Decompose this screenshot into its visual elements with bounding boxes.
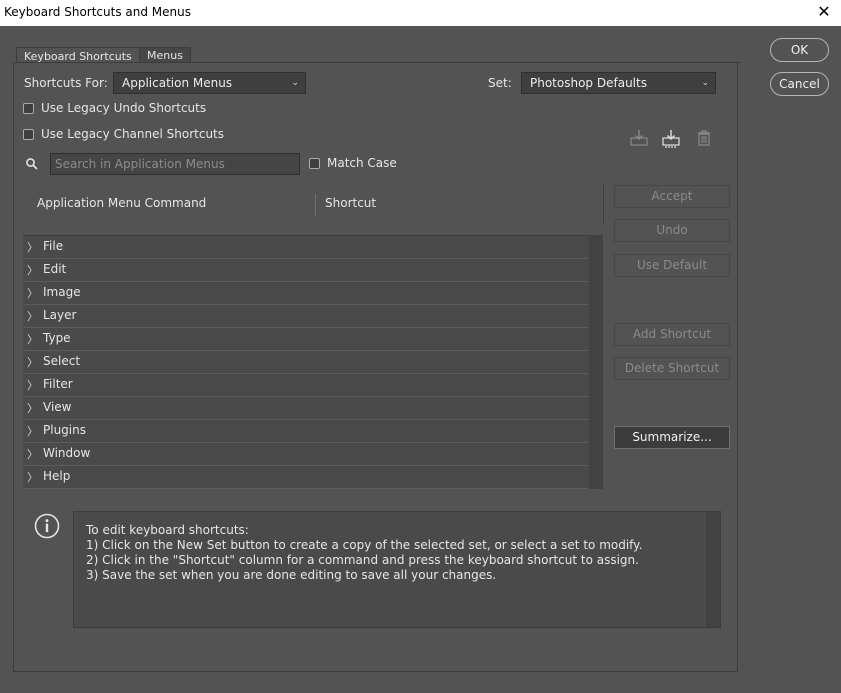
list-scrollbar[interactable] (589, 235, 603, 489)
set-label: Set: (488, 76, 512, 90)
info-scrollbar[interactable] (706, 512, 720, 627)
chevron-right-icon[interactable]: 〉 (27, 377, 38, 393)
chevron-down-icon: ⌄ (291, 78, 299, 88)
info-text: To edit keyboard shortcuts: 1) Click on t… (86, 523, 642, 583)
close-icon[interactable]: ✕ (815, 2, 833, 22)
shortcuts-for-label: Shortcuts For: (24, 76, 108, 90)
legacy-undo-label: Use Legacy Undo Shortcuts (41, 101, 207, 115)
list-item[interactable]: 〉 View (23, 397, 588, 420)
info-line: 3) Save the set when you are done editin… (86, 568, 497, 582)
column-header-command[interactable]: Application Menu Command (37, 196, 206, 210)
search-icon (26, 158, 38, 170)
column-divider (315, 194, 316, 216)
chevron-right-icon[interactable]: 〉 (27, 262, 38, 278)
tab-menus[interactable]: Menus (139, 47, 191, 63)
chevron-right-icon[interactable]: 〉 (27, 469, 38, 485)
title-bar: Keyboard Shortcuts and Menus ✕ (0, 0, 841, 26)
chevron-down-icon: ⌄ (701, 78, 709, 88)
legacy-channel-checkbox[interactable] (23, 129, 34, 140)
list-item[interactable]: 〉 File (23, 236, 588, 259)
use-default-button[interactable]: Use Default (614, 254, 730, 277)
save-as-set-icon[interactable] (661, 128, 681, 148)
list-item[interactable]: 〉 Window (23, 443, 588, 466)
legacy-channel-label: Use Legacy Channel Shortcuts (41, 127, 225, 141)
chevron-right-icon[interactable]: 〉 (27, 446, 38, 462)
list-item[interactable]: 〉 Image (23, 282, 588, 305)
shortcuts-for-dropdown[interactable]: Application Menus ⌄ (113, 72, 306, 94)
ok-button[interactable]: OK (770, 38, 829, 62)
save-set-icon[interactable] (629, 128, 649, 148)
info-line: 1) Click on the New Set button to create… (86, 538, 643, 552)
chevron-right-icon[interactable]: 〉 (27, 423, 38, 439)
info-line: To edit keyboard shortcuts: (86, 523, 249, 537)
match-case-label: Match Case (327, 156, 397, 170)
info-box: To edit keyboard shortcuts: 1) Click on t… (73, 511, 721, 628)
tab-strip: Keyboard Shortcuts Menus (13, 46, 740, 64)
column-header-shortcut[interactable]: Shortcut (325, 196, 376, 210)
cancel-button[interactable]: Cancel (770, 72, 829, 96)
undo-button[interactable]: Undo (614, 219, 730, 242)
list-item[interactable]: 〉 Edit (23, 259, 588, 282)
set-dropdown[interactable]: Photoshop Defaults ⌄ (521, 72, 716, 94)
trash-icon[interactable] (694, 128, 714, 148)
info-line: 2) Click in the "Shortcut" column for a … (86, 553, 639, 567)
list-item[interactable]: 〉 Help (23, 466, 588, 489)
add-shortcut-button[interactable]: Add Shortcut (614, 323, 730, 346)
match-case-checkbox[interactable] (309, 158, 320, 169)
chevron-right-icon[interactable]: 〉 (27, 239, 38, 255)
menu-command-list: 〉 File 〉 Edit 〉 Image 〉 Layer 〉 Type 〉 Select … (23, 235, 603, 489)
list-item[interactable]: 〉 Plugins (23, 420, 588, 443)
accept-button[interactable]: Accept (614, 185, 730, 208)
chevron-right-icon[interactable]: 〉 (27, 308, 38, 324)
chevron-right-icon[interactable]: 〉 (27, 400, 38, 416)
list-item[interactable]: 〉 Layer (23, 305, 588, 328)
list-item[interactable]: 〉 Filter (23, 374, 588, 397)
list-item[interactable]: 〉 Type (23, 328, 588, 351)
shortcuts-for-value: Application Menus (122, 76, 233, 90)
column-edge (603, 184, 604, 224)
search-input[interactable] (50, 153, 300, 175)
chevron-right-icon[interactable]: 〉 (27, 285, 38, 301)
set-value: Photoshop Defaults (530, 76, 647, 90)
summarize-button[interactable]: Summarize... (614, 426, 730, 449)
chevron-right-icon[interactable]: 〉 (27, 354, 38, 370)
chevron-right-icon[interactable]: 〉 (27, 331, 38, 347)
legacy-undo-checkbox[interactable] (23, 103, 34, 114)
window-title: Keyboard Shortcuts and Menus (4, 5, 191, 19)
delete-shortcut-button[interactable]: Delete Shortcut (614, 357, 730, 380)
list-item[interactable]: 〉 Select (23, 351, 588, 374)
info-icon (34, 513, 60, 539)
